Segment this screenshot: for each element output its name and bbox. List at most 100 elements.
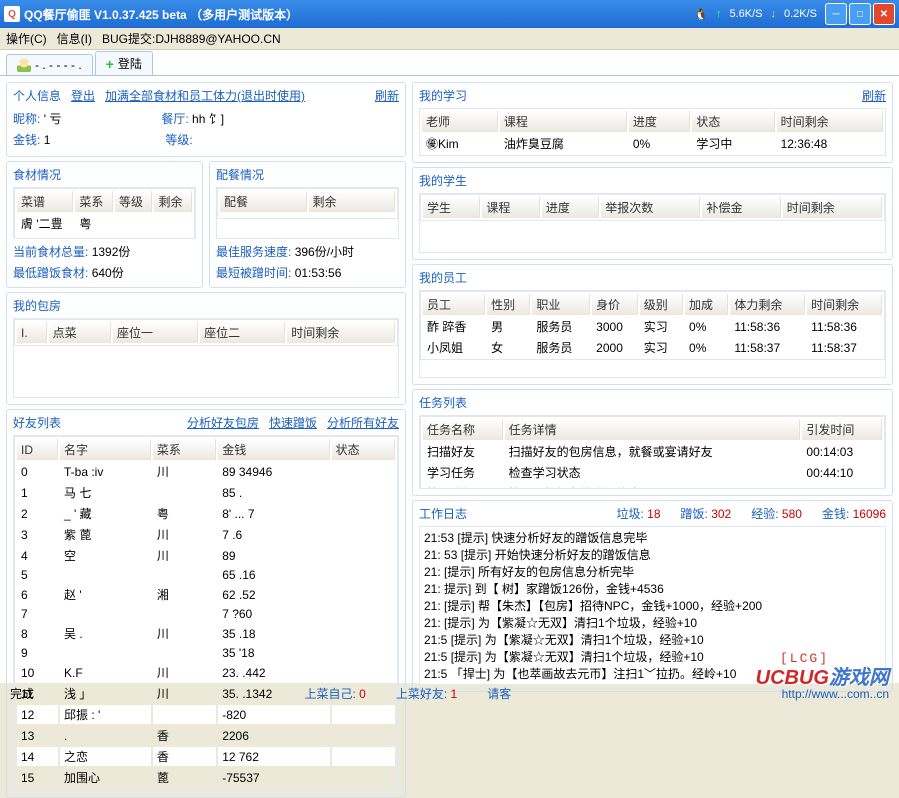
col-header[interactable]: 等级 — [115, 191, 153, 212]
table-row[interactable]: 12邱振 : '-820 — [17, 705, 395, 724]
col-header[interactable]: 时间剩余 — [777, 111, 883, 132]
panel-student: 我的学生 学生课程进度举报次数补偿金时间剩余 — [412, 167, 893, 260]
col-header[interactable]: 引发时间 — [802, 419, 882, 440]
tab-user[interactable]: - . - - - - . — [6, 54, 93, 75]
pair-table: 配餐剩余 — [217, 188, 398, 219]
col-header[interactable]: 身价 — [592, 294, 638, 315]
table-row[interactable]: 扫描好友扫描好友的包房信息，就餐或宴请好友00:14:03 — [423, 442, 882, 461]
table-row[interactable]: 小凤姐女服务员2000实习0%11:58:3711:58:37 — [423, 338, 882, 357]
col-header[interactable]: 课程 — [500, 111, 627, 132]
col-header[interactable]: 时间剩余 — [807, 294, 882, 315]
col-header[interactable]: 剩余 — [154, 191, 192, 212]
menu-operate[interactable]: 操作(C) — [6, 30, 47, 47]
table-row[interactable]: 快速蹭饭快速分析好友的蹭饭信息01:29:47 — [423, 484, 882, 489]
download-icon: ↓ — [770, 8, 776, 20]
col-header[interactable]: 课程 — [482, 197, 539, 218]
col-header[interactable]: 配餐 — [220, 191, 307, 212]
col-header[interactable]: 任务详情 — [505, 419, 801, 440]
menu-bug[interactable]: BUG提交:DJH8889@YAHOO.CN — [102, 30, 281, 47]
student-table: 学生课程进度举报次数补偿金时间剩余 — [420, 194, 885, 221]
panel-pair: 配餐情况 配餐剩余 最佳服务速度: 396份/小时 最短被蹭时间: 01:53:… — [209, 161, 406, 288]
col-header[interactable]: 菜系 — [153, 439, 216, 460]
network-indicators: 🐧 ↑ 5.6K/S ↓ 0.2K/S — [694, 8, 817, 21]
table-row[interactable]: 14 之恋香12 762 — [17, 747, 395, 766]
upload-icon: ↑ — [716, 8, 722, 20]
table-row[interactable]: 6赵 '湘62 .52 — [17, 585, 395, 604]
table-row[interactable]: 10K.F川23. .442 — [17, 663, 395, 682]
col-header[interactable]: 职业 — [532, 294, 590, 315]
col-header[interactable]: 时间剩余 — [783, 197, 882, 218]
personal-title: 个人信息 — [13, 87, 61, 104]
col-header[interactable]: 举报次数 — [601, 197, 700, 218]
table-row[interactable]: 4空川 89 — [17, 546, 395, 565]
table-row[interactable]: ㊝Kim油炸臭豆腐0%学习中12:36:48 — [422, 134, 883, 153]
friends-table[interactable]: ID名字菜系金钱状态 0T-ba :iv川89 34946 1马 七85 . 2_ … — [14, 436, 398, 790]
table-row[interactable]: 13 .香 2206 — [17, 726, 395, 745]
col-header[interactable]: 时间剩余 — [287, 322, 395, 343]
logout-link[interactable]: 登出 — [71, 87, 95, 104]
table-row[interactable]: 8吴 .川35 .18 — [17, 624, 395, 643]
col-header[interactable]: 学生 — [423, 197, 480, 218]
refresh-study[interactable]: 刷新 — [862, 87, 886, 104]
table-row[interactable]: 酢 踤香男服务员3000实习0%11:58:3611:58:36 — [423, 317, 882, 336]
col-header[interactable]: 补偿金 — [702, 197, 780, 218]
panel-room: 我的包房 I.点菜座位一座位二时间剩余 — [6, 292, 406, 405]
table-row[interactable]: 2_ ' 藏粤8' ... 7 — [17, 504, 395, 523]
quick-eat-link[interactable]: 快速蹭饭 — [269, 414, 317, 431]
col-header[interactable]: 菜系 — [75, 191, 113, 212]
log-line: 21: 53 [提示] 开始快速分析好友的蹭饭信息 — [424, 546, 881, 563]
col-header[interactable]: 任务名称 — [423, 419, 503, 440]
minimize-button[interactable]: ─ — [825, 3, 847, 25]
penguin-icon: 🐧 — [694, 8, 708, 21]
col-header[interactable]: 进度 — [542, 197, 599, 218]
fill-all-link[interactable]: 加满全部食材和员工体力(退出时使用) — [105, 87, 305, 104]
col-header[interactable]: I. — [17, 322, 47, 343]
col-header[interactable]: 体力剩余 — [730, 294, 805, 315]
col-header[interactable]: 状态 — [692, 111, 774, 132]
table-row[interactable]: 1马 七85 . — [17, 483, 395, 502]
food-table: 菜谱菜系等级剩余 膚 '二豊粤空 — [14, 188, 195, 239]
table-row[interactable] — [220, 214, 395, 216]
panel-friends: 好友列表 分析好友包房 快速蹭饭 分析所有好友 ID名字菜系金钱状态 0T-ba… — [6, 409, 406, 798]
table-row[interactable]: 15加围心蓖 -75537 — [17, 768, 395, 787]
tasks-table: 任务名称任务详情引发时间 扫描好友扫描好友的包房信息，就餐或宴请好友00:14:… — [420, 416, 885, 489]
table-row[interactable]: 3紫 蓖川7 .6 — [17, 525, 395, 544]
col-header[interactable]: 座位一 — [113, 322, 198, 343]
col-header[interactable]: 进度 — [629, 111, 691, 132]
col-header[interactable]: 点菜 — [49, 322, 111, 343]
col-header[interactable]: 剩余 — [309, 191, 396, 212]
analyze-room-link[interactable]: 分析好友包房 — [187, 414, 259, 431]
close-button[interactable]: ✕ — [873, 3, 895, 25]
log-line: 21: [提示] 帮【朱杰】【包房】招待NPC，金钱+1000，经验+200 — [424, 597, 881, 614]
table-row[interactable]: 0T-ba :iv川89 34946 — [17, 462, 395, 481]
panel-personal: 个人信息 登出 加满全部食材和员工体力(退出时使用) 刷新 昵称: ' 亏 餐厅… — [6, 82, 406, 157]
log-line: 21:5 [提示] 为【紫凝☆无双】清扫1个垃圾，经验+10 — [424, 631, 881, 648]
col-header[interactable]: 菜谱 — [17, 191, 73, 212]
col-header[interactable]: 老师 — [422, 111, 498, 132]
table-row[interactable]: 565 .16 — [17, 567, 395, 583]
col-header[interactable]: 级别 — [640, 294, 683, 315]
table-row[interactable]: 7 7 ?60 — [17, 606, 395, 622]
col-header[interactable]: 性别 — [487, 294, 530, 315]
refresh-personal[interactable]: 刷新 — [375, 87, 399, 104]
app-icon: Q — [4, 6, 20, 22]
table-row[interactable]: 935 '18 — [17, 645, 395, 661]
col-header[interactable]: 员工 — [423, 294, 485, 315]
maximize-button[interactable]: □ — [849, 3, 871, 25]
col-header[interactable]: 加成 — [685, 294, 728, 315]
col-header[interactable]: 状态 — [332, 439, 395, 460]
study-table: 老师课程进度状态时间剩余 ㊝Kim油炸臭豆腐0%学习中12:36:48 — [419, 108, 886, 156]
room-table: I.点菜座位一座位二时间剩余 — [14, 319, 398, 346]
panel-study: 我的学习 刷新 老师课程进度状态时间剩余 ㊝Kim油炸臭豆腐0%学习中12:36… — [412, 82, 893, 163]
status-done: 完成 — [10, 685, 34, 702]
tab-login[interactable]: + 登陆 — [95, 51, 153, 75]
col-header[interactable]: 金钱 — [218, 439, 329, 460]
analyze-all-link[interactable]: 分析所有好友 — [327, 414, 399, 431]
log-line: 21: [提示] 为【紫凝☆无双】清扫1个垃圾，经验+10 — [424, 614, 881, 631]
table-row[interactable]: 学习任务检查学习状态00:44:10 — [423, 463, 882, 482]
col-header[interactable]: 名字 — [60, 439, 151, 460]
menu-info[interactable]: 信息(I) — [57, 30, 92, 47]
col-header[interactable]: ID — [17, 439, 58, 460]
col-header[interactable]: 座位二 — [200, 322, 285, 343]
table-row[interactable]: 膚 '二豊粤 — [17, 214, 192, 233]
